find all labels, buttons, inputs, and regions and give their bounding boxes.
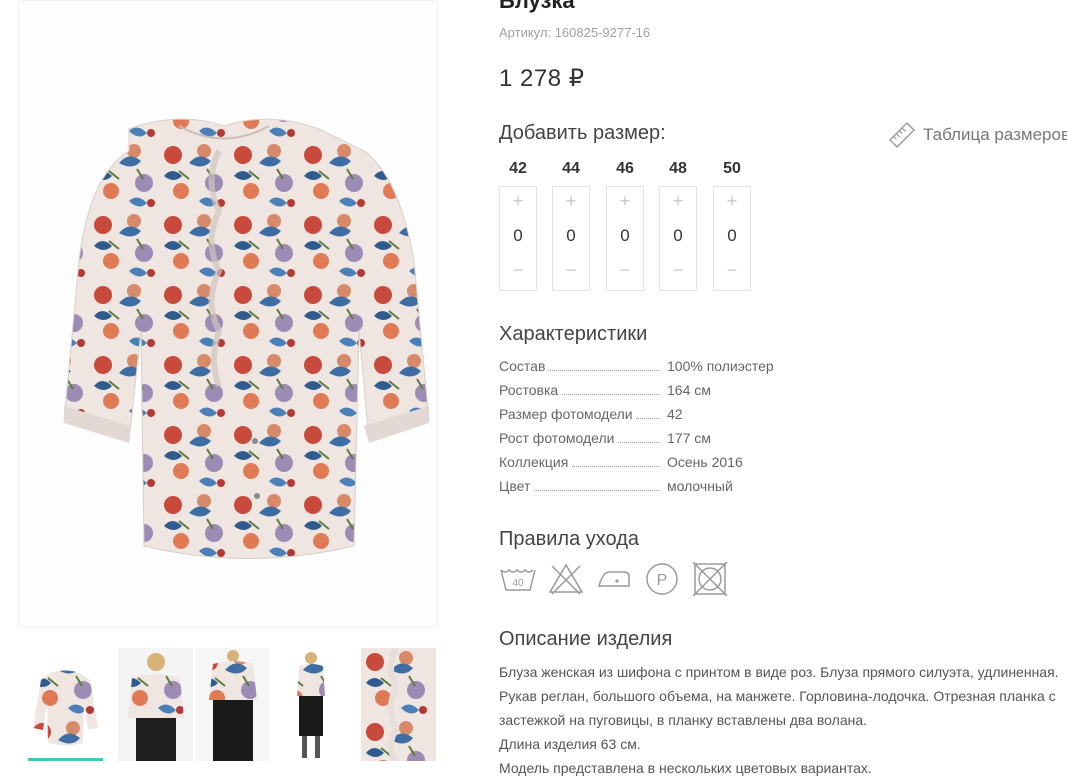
- size-column-50: 50 + 0 −: [713, 158, 751, 291]
- decrement-button[interactable]: −: [660, 260, 696, 281]
- characteristic-row: Размер фотомодели 42: [499, 404, 829, 428]
- size-column-48: 48 + 0 −: [659, 158, 697, 291]
- thumbnail-5[interactable]: [361, 648, 436, 761]
- characteristic-row: Цвет молочный: [499, 476, 829, 500]
- characteristic-name: Коллекция: [499, 454, 572, 470]
- no-tumble-dry-icon: [691, 562, 729, 596]
- characteristic-name: Ростовка: [499, 382, 562, 398]
- blouse-illustration: [63, 118, 430, 559]
- size-label: 48: [669, 160, 687, 177]
- characteristic-value: молочный: [667, 478, 733, 494]
- description-line: Длина изделия 63 см.: [499, 736, 641, 752]
- increment-button[interactable]: +: [500, 191, 536, 212]
- characteristic-row: Коллекция Осень 2016: [499, 452, 829, 476]
- product-description: Блуза женская из шифона с принтом в виде…: [499, 660, 1067, 780]
- product-sku: Артикул: 160825-9277-16: [499, 25, 651, 40]
- ruler-icon: [889, 122, 915, 148]
- characteristic-name: Размер фотомодели: [499, 406, 636, 422]
- increment-button[interactable]: +: [660, 191, 696, 212]
- thumbnail-gallery: [28, 648, 448, 768]
- characteristic-row: Состав 100% полиэстер: [499, 356, 829, 380]
- characteristic-row: Рост фотомодели 177 см: [499, 428, 829, 452]
- characteristics-heading: Характеристики: [499, 323, 648, 345]
- quantity-value[interactable]: 0: [607, 226, 643, 246]
- size-label: 44: [562, 160, 580, 177]
- size-label: 50: [723, 160, 741, 177]
- quantity-value[interactable]: 0: [553, 226, 589, 246]
- thumbnail-3[interactable]: [195, 648, 270, 761]
- quantity-stepper: + 0 −: [552, 186, 590, 291]
- size-column-46: 46 + 0 −: [606, 158, 644, 291]
- description-line: Блуза женская из шифона с принтом в виде…: [499, 664, 1059, 680]
- thumbnail-1[interactable]: [28, 648, 103, 761]
- quantity-value[interactable]: 0: [500, 226, 536, 246]
- main-product-image[interactable]: [18, 0, 438, 628]
- characteristic-row: Ростовка 164 см: [499, 380, 829, 404]
- wash-40-icon: 40: [499, 562, 537, 596]
- wash-temp-label: 40: [512, 578, 524, 589]
- thumbnail-2[interactable]: [118, 648, 193, 761]
- no-bleach-icon: [547, 562, 585, 596]
- characteristic-value: 42: [667, 406, 683, 422]
- quantity-stepper: + 0 −: [659, 186, 697, 291]
- size-label: 46: [616, 160, 634, 177]
- add-size-heading: Добавить размер:: [499, 122, 666, 144]
- increment-button[interactable]: +: [714, 191, 750, 212]
- quantity-stepper: + 0 −: [606, 186, 644, 291]
- quantity-stepper: + 0 −: [713, 186, 751, 291]
- characteristic-name: Состав: [499, 358, 549, 374]
- description-line: застежкой на пуговицы, в планку вставлен…: [499, 712, 868, 728]
- characteristic-name: Цвет: [499, 478, 534, 494]
- size-column-44: 44 + 0 −: [552, 158, 590, 291]
- iron-low-icon: [595, 562, 633, 596]
- characteristics-list: Состав 100% полиэстер Ростовка 164 см Ра…: [499, 356, 829, 500]
- product-price: 1 278 ₽: [499, 65, 585, 92]
- decrement-button[interactable]: −: [500, 260, 536, 281]
- thumbnail-4[interactable]: [273, 648, 348, 761]
- description-line: Рукав реглан, большого объема, на манжет…: [499, 688, 1056, 704]
- decrement-button[interactable]: −: [607, 260, 643, 281]
- increment-button[interactable]: +: [607, 191, 643, 212]
- increment-button[interactable]: +: [553, 191, 589, 212]
- care-heading: Правила ухода: [499, 528, 640, 550]
- description-line: Модель представлена в нескольких цветовы…: [499, 760, 872, 776]
- dry-clean-letter: P: [657, 572, 668, 589]
- quantity-stepper: + 0 −: [499, 186, 537, 291]
- characteristic-name: Рост фотомодели: [499, 430, 618, 446]
- quantity-value[interactable]: 0: [660, 226, 696, 246]
- characteristic-value: 100% полиэстер: [667, 358, 774, 374]
- size-table-label: Таблица размеров: [923, 125, 1067, 144]
- product-title: Блузка: [499, 0, 575, 13]
- dry-clean-p-icon: P: [643, 562, 681, 596]
- decrement-button[interactable]: −: [553, 260, 589, 281]
- care-icons: 40 P: [499, 562, 729, 596]
- characteristic-value: 177 см: [667, 430, 711, 446]
- description-heading: Описание изделия: [499, 628, 673, 650]
- characteristic-value: 164 см: [667, 382, 711, 398]
- size-label: 42: [509, 160, 527, 177]
- decrement-button[interactable]: −: [714, 260, 750, 281]
- size-column-42: 42 + 0 −: [499, 158, 537, 291]
- size-table-link[interactable]: Таблица размеров: [889, 122, 1067, 148]
- characteristic-value: Осень 2016: [667, 454, 743, 470]
- quantity-value[interactable]: 0: [714, 226, 750, 246]
